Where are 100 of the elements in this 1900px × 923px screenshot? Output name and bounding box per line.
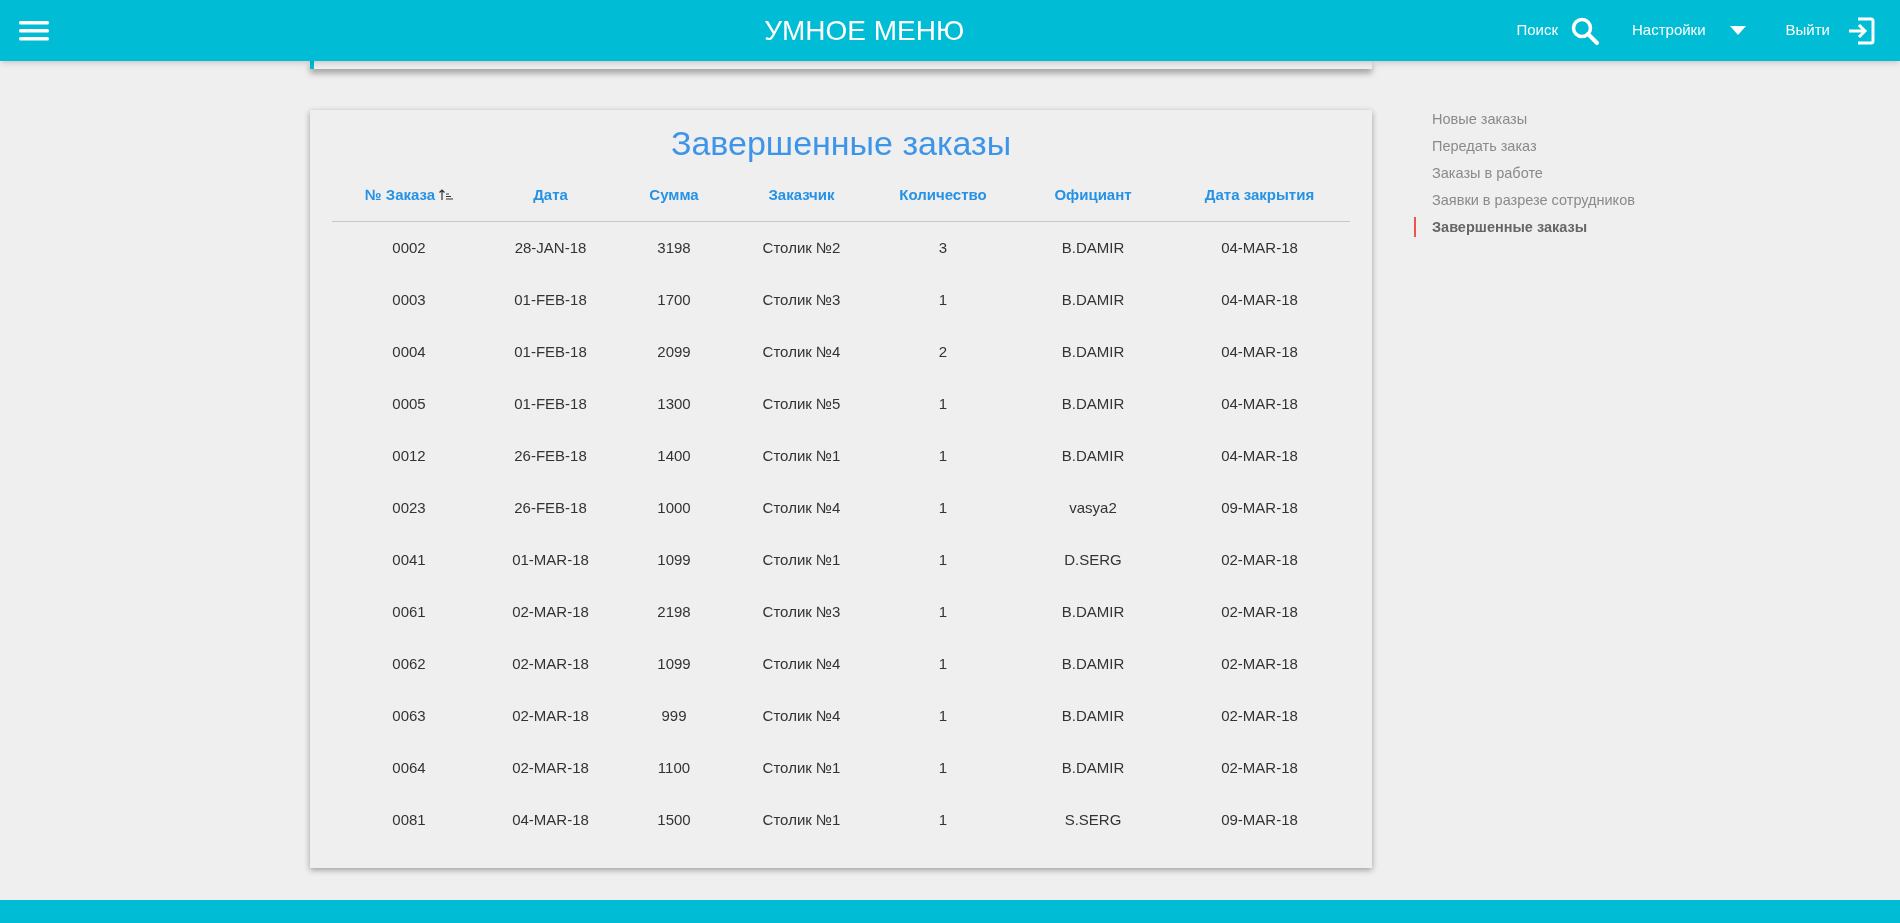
table-cell-text: 0005: [392, 393, 426, 414]
logout-button[interactable]: Выйти: [1785, 15, 1876, 46]
column-header[interactable]: Дата: [533, 183, 568, 207]
table-cell-text: 0063: [392, 705, 426, 726]
table-cell-text: 1099: [657, 549, 691, 570]
table-cell-text: 02-MAR-18: [1221, 653, 1298, 674]
table-cell-text: 0002: [392, 237, 426, 258]
settings-dropdown[interactable]: Настройки: [1632, 19, 1746, 42]
table-cell-text: 0004: [392, 341, 426, 362]
table-cell-text: Столик №4: [762, 341, 841, 362]
table-cell-text: B.DAMIR: [1061, 393, 1125, 414]
table-cell-text: 02-MAR-18: [512, 705, 589, 726]
table-cell-text: 2: [938, 341, 948, 362]
table-cell-text: 1: [938, 445, 948, 466]
table-cell-text: 26-FEB-18: [514, 497, 587, 518]
table-cell-text: B.DAMIR: [1061, 653, 1125, 674]
table-cell-text: 1: [938, 289, 948, 310]
table-cell-text: 04-MAR-18: [1221, 289, 1298, 310]
table-cell-text: 1: [938, 705, 948, 726]
table-cell-text: 1099: [657, 653, 691, 674]
search-button[interactable]: Поиск: [1516, 15, 1600, 46]
table-cell-text: 04-MAR-18: [512, 809, 589, 830]
table-cell-text: 02-MAR-18: [1221, 549, 1298, 570]
table-cell-text: Столик №3: [762, 601, 841, 622]
table-cell-text: 02-MAR-18: [512, 601, 589, 622]
table-cell-text: 01-FEB-18: [514, 341, 587, 362]
column-header[interactable]: Официант: [1054, 183, 1132, 207]
table-cell-text: 02-MAR-18: [1221, 757, 1298, 778]
nav-link[interactable]: Новые заказы: [1414, 109, 1635, 129]
table-cell-text: 09-MAR-18: [1221, 497, 1298, 518]
table-cell-text: 02-MAR-18: [512, 653, 589, 674]
table-cell-text: 0003: [392, 289, 426, 310]
table-cell-text: Столик №1: [762, 809, 841, 830]
menu-icon: [19, 18, 49, 43]
table-cell-text: 0012: [392, 445, 426, 466]
column-header[interactable]: Дата закрытия: [1204, 183, 1315, 207]
column-header[interactable]: Сумма: [649, 183, 699, 207]
table-cell-text: 1100: [657, 757, 691, 778]
table-cell-text: S.SERG: [1064, 809, 1122, 830]
table-cell-text: 999: [661, 705, 687, 726]
column-header[interactable]: Количество: [899, 183, 987, 207]
table-cell-text: 0081: [392, 809, 426, 830]
column-header[interactable]: Заказчик: [768, 183, 835, 207]
caret-icon: [1729, 26, 1746, 35]
nav-link[interactable]: Заказы в работе: [1414, 163, 1635, 183]
table-cell-text: 1: [938, 653, 948, 674]
table-cell-text: 1400: [657, 445, 691, 466]
app-title: УМНОЕ МЕНЮ: [764, 13, 965, 48]
nav-link[interactable]: Заявки в разрезе сотрудников: [1414, 190, 1635, 210]
table-cell-text: Столик №1: [762, 445, 841, 466]
table-cell-text: 1: [938, 757, 948, 778]
table-cell-text: 0064: [392, 757, 426, 778]
table-cell-text: Столик №1: [762, 549, 841, 570]
table-cell-text: 3: [938, 237, 948, 258]
table-cell-text: 1000: [657, 497, 691, 518]
table-cell-text: 01-MAR-18: [512, 549, 589, 570]
table-cell-text: Столик №3: [762, 289, 841, 310]
table-cell-text: B.DAMIR: [1061, 705, 1125, 726]
table-cell-text: 1700: [657, 289, 691, 310]
table-cell-text: B.DAMIR: [1061, 237, 1125, 258]
table-cell-text: 1: [938, 497, 948, 518]
nav-link[interactable]: Завершенные заказы: [1414, 217, 1635, 237]
table-cell-text: D.SERG: [1064, 549, 1122, 570]
sort-ascending-icon: [439, 189, 454, 201]
table-cell-text: 1300: [657, 393, 691, 414]
table-cell-text: 0041: [392, 549, 426, 570]
table-cell-text: 04-MAR-18: [1221, 341, 1298, 362]
table-cell-text: Столик №5: [762, 393, 841, 414]
table-cell-text: B.DAMIR: [1061, 341, 1125, 362]
table-cell-text: Столик №1: [762, 757, 841, 778]
table-cell-text: 3198: [657, 237, 691, 258]
table-cell-text: 28-JAN-18: [514, 237, 587, 258]
table-cell-text: 1500: [657, 809, 691, 830]
card-title: Завершенные заказы: [670, 123, 1012, 164]
table-cell-text: 01-FEB-18: [514, 393, 587, 414]
table-cell-text: Столик №4: [762, 497, 841, 518]
nav-link[interactable]: Передать заказ: [1414, 136, 1635, 156]
table-cell-text: 2198: [657, 601, 691, 622]
table-cell-text: 0062: [392, 653, 426, 674]
column-header[interactable]: № Заказа: [364, 183, 454, 207]
table-cell-text: 26-FEB-18: [514, 445, 587, 466]
table-cell-text: B.DAMIR: [1061, 757, 1125, 778]
table-cell-text: Столик №4: [762, 705, 841, 726]
table-cell-text: 09-MAR-18: [1221, 809, 1298, 830]
table-cell-text: 0061: [392, 601, 426, 622]
table-cell-text: 1: [938, 393, 948, 414]
table-cell-text: B.DAMIR: [1061, 289, 1125, 310]
table-cell-text: 1: [938, 549, 948, 570]
table-cell-text: vasya2: [1069, 497, 1117, 518]
table-cell-text: B.DAMIR: [1061, 601, 1125, 622]
table-cell-text: 04-MAR-18: [1221, 445, 1298, 466]
table-cell-text: 02-MAR-18: [1221, 705, 1298, 726]
table-cell-text: 2099: [657, 341, 691, 362]
table-cell-text: 04-MAR-18: [1221, 237, 1298, 258]
exit-icon: [1846, 15, 1876, 46]
table-cell-text: B.DAMIR: [1061, 445, 1125, 466]
table-cell-text: 02-MAR-18: [512, 757, 589, 778]
table-cell-text: 04-MAR-18: [1221, 393, 1298, 414]
table-cell-text: 1: [938, 809, 948, 830]
table-cell-text: Столик №2: [762, 237, 841, 258]
